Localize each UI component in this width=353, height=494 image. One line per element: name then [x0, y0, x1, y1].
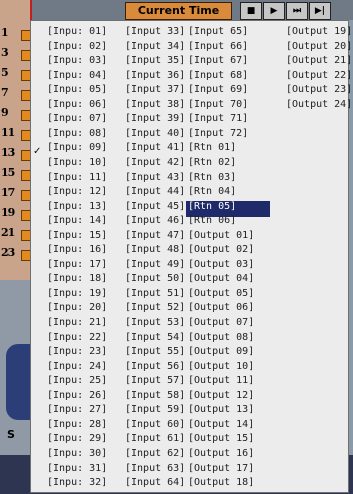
menu-item[interactable]: [Inpu: 32]: [45, 477, 117, 493]
channel-number: 15: [1, 166, 15, 179]
channel-number: 7: [1, 86, 9, 99]
channel-number: 17: [1, 186, 15, 199]
play-button[interactable]: ▶: [263, 2, 285, 20]
channel-number: 1: [1, 26, 9, 39]
current-time-button[interactable]: Current Time: [125, 2, 232, 20]
channel-number: 11: [1, 126, 15, 139]
channel-number: 13: [1, 146, 15, 159]
end-button[interactable]: ▶|: [309, 2, 331, 20]
menu-item[interactable]: [Output 24]: [284, 99, 352, 115]
channel-number: 19: [1, 206, 15, 219]
stop-button[interactable]: ■: [240, 2, 262, 20]
menu-item[interactable]: [Output 18]: [186, 477, 270, 493]
channel-number: 5: [1, 66, 9, 79]
menu-item[interactable]: [Input 64]: [123, 477, 185, 493]
input-select-menu[interactable]: [Inpu: 01] [Inpu: 02] [Inpu: 03] [Inpu: 04]…: [30, 20, 352, 493]
next-button[interactable]: ⏭: [286, 2, 308, 20]
checkmark-icon: ✓: [33, 146, 42, 157]
channel-number: 23: [1, 246, 15, 259]
channel-number: 21: [1, 226, 15, 239]
s-label: S: [7, 428, 15, 441]
knob-control[interactable]: [6, 344, 30, 420]
channel-number: 3: [1, 46, 9, 59]
channel-number: 9: [1, 106, 9, 119]
